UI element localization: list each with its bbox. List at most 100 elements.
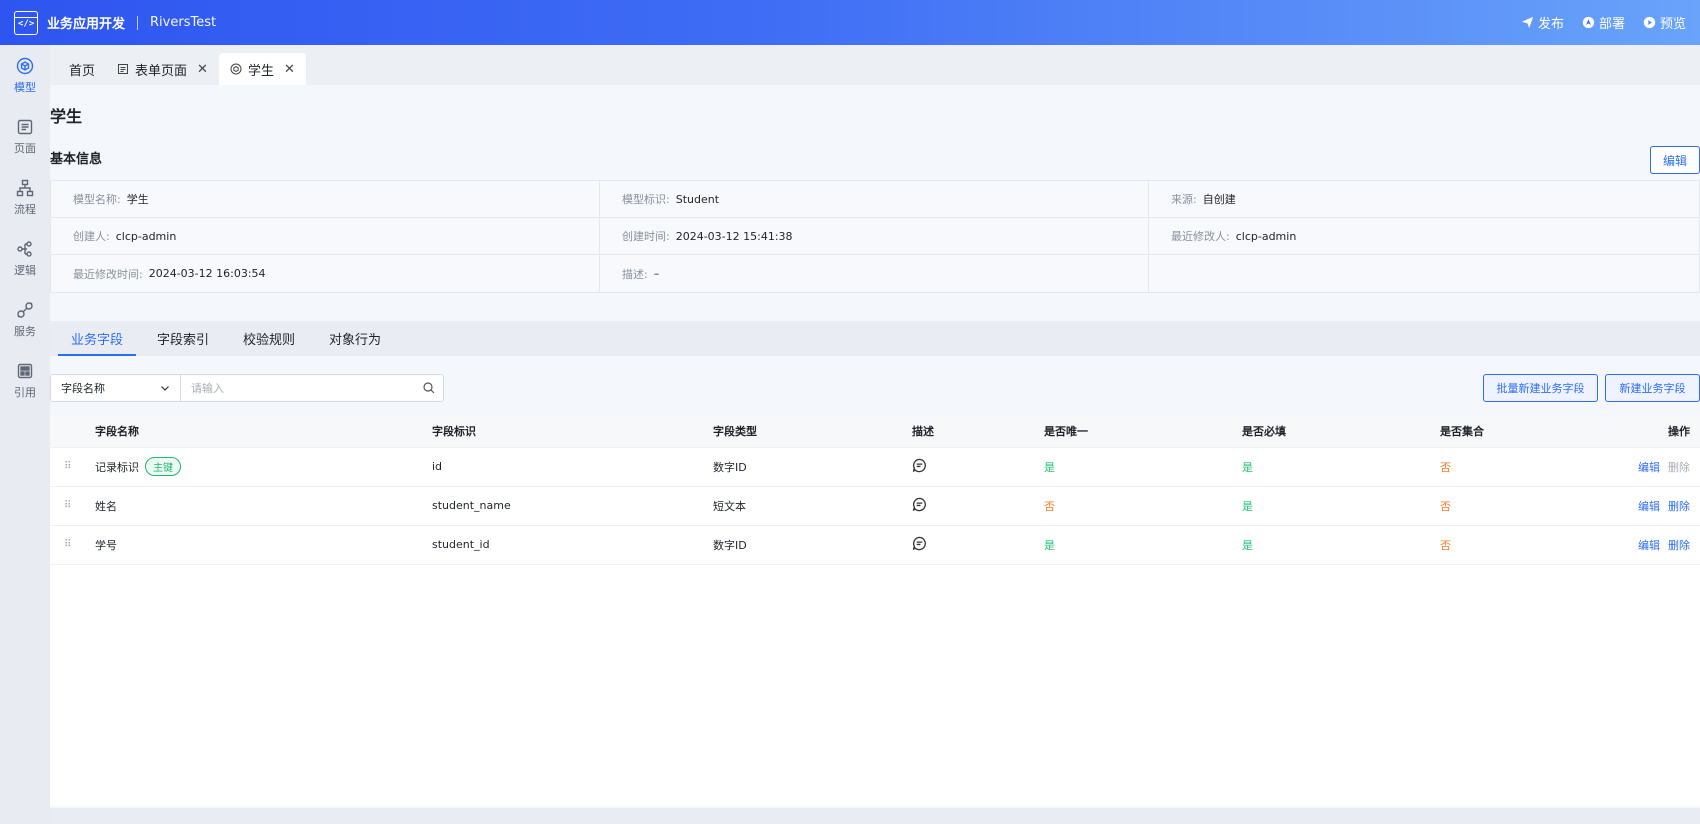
info-empty — [1149, 255, 1699, 292]
chevron-down-icon — [161, 386, 169, 391]
edit-field-link[interactable]: 编辑 — [1638, 461, 1660, 474]
batch-new-field-button[interactable]: 批量新建业务字段 — [1483, 374, 1598, 402]
rail-item-flow[interactable]: 流程 — [0, 167, 50, 228]
operations-cell: 编辑 删除 — [1540, 447, 1700, 487]
reference-icon — [17, 363, 33, 378]
filter-select-value: 字段名称 — [61, 382, 105, 395]
new-field-button[interactable]: 新建业务字段 — [1605, 374, 1700, 402]
model-icon — [16, 57, 34, 74]
filter-field-select[interactable]: 字段名称 — [51, 375, 181, 401]
deploy-label: 部署 — [1598, 17, 1625, 32]
drag-handle-icon[interactable]: ⠿ — [50, 447, 95, 487]
deploy-button[interactable]: 部署 — [1582, 13, 1625, 32]
send-icon — [1521, 16, 1534, 29]
collection-value: 否 — [1440, 486, 1540, 526]
column-header: 字段标识 — [432, 416, 713, 448]
basic-info-grid: 模型名称: 学生 模型标识: Student 来源: 自创建 创建人: clcp-adm… — [50, 180, 1700, 293]
table-header-row: 字段名称 字段标识 字段类型 描述 是否唯一 是否必填 是否集合 操作 — [50, 416, 1700, 448]
comment-icon[interactable] — [912, 536, 927, 551]
column-header: 是否必填 — [1242, 416, 1440, 448]
rail-label-model: 模型 — [14, 80, 36, 94]
drag-handle-icon[interactable]: ⠿ — [50, 486, 95, 526]
delete-field-link[interactable]: 删除 — [1668, 500, 1690, 513]
fields-table: 字段名称 字段标识 字段类型 描述 是否唯一 是否必填 是否集合 操作 ⠿ 记录… — [50, 416, 1700, 806]
info-key: 最近修改人: — [1171, 230, 1230, 243]
info-key: 来源: — [1171, 193, 1197, 206]
field-name-cell: 学号 — [95, 525, 432, 565]
logic-icon — [17, 240, 32, 257]
info-model-ident: 模型标识: Student — [600, 181, 1149, 218]
field-ident: student_id — [432, 525, 713, 565]
app-name: 业务应用开发 — [47, 17, 126, 32]
rail-item-page[interactable]: 页面 — [0, 106, 50, 167]
info-key: 创建时间: — [622, 230, 670, 243]
delete-field-link[interactable]: 删除 — [1668, 539, 1690, 552]
edit-field-link[interactable]: 编辑 — [1638, 500, 1660, 513]
section-title-basic-info: 基本信息 — [50, 152, 103, 167]
sub-tab-bar: 业务字段 字段索引 校验规则 对象行为 — [50, 321, 1700, 356]
project-name[interactable]: RiversTest — [150, 15, 216, 30]
column-header: 字段类型 — [713, 416, 912, 448]
info-key: 模型名称: — [73, 193, 121, 206]
search-icon[interactable] — [415, 375, 443, 401]
rail-label-reference: 引用 — [14, 385, 36, 399]
unique-value: 否 — [1044, 486, 1242, 526]
info-model-name: 模型名称: 学生 — [51, 181, 600, 218]
field-type: 数字ID — [713, 447, 912, 487]
info-created-time: 创建时间: 2024-03-12 15:41:38 — [600, 218, 1149, 255]
info-key: 模型标识: — [622, 193, 670, 206]
tab-bar: 首页 表单页面 ✕ 学生 ✕ — [50, 45, 1700, 85]
preview-label: 预览 — [1659, 17, 1686, 32]
description-cell — [912, 447, 1044, 487]
info-value: clcp-admin — [115, 229, 177, 243]
edit-field-link[interactable]: 编辑 — [1638, 539, 1660, 552]
preview-button[interactable]: 预览 — [1643, 13, 1686, 32]
subtab-field-index[interactable]: 字段索引 — [140, 321, 226, 356]
unique-value: 是 — [1044, 525, 1242, 565]
comment-icon[interactable] — [912, 458, 927, 473]
primary-key-badge: 主键 — [145, 457, 181, 476]
field-ident: id — [432, 447, 713, 487]
left-rail: 模型 页面 流程 逻辑 服务 引用 — [0, 45, 50, 824]
operations-cell: 编辑 删除 — [1540, 486, 1700, 526]
rail-label-service: 服务 — [14, 324, 36, 338]
close-icon[interactable]: ✕ — [197, 62, 208, 77]
rail-item-service[interactable]: 服务 — [0, 289, 50, 350]
comment-icon[interactable] — [912, 497, 927, 512]
column-header: 是否集合 — [1440, 416, 1540, 448]
bottom-scrollbar[interactable] — [50, 808, 1700, 824]
tab-form-page[interactable]: 表单页面 ✕ — [106, 53, 219, 85]
rail-item-logic[interactable]: 逻辑 — [0, 228, 50, 289]
rail-item-reference[interactable]: 引用 — [0, 350, 50, 411]
field-ident: student_name — [432, 486, 713, 526]
column-header: 是否唯一 — [1044, 416, 1242, 448]
rail-item-model[interactable]: 模型 — [0, 45, 50, 106]
model-icon — [230, 63, 242, 75]
required-value: 是 — [1242, 486, 1440, 526]
subtab-validation-rules[interactable]: 校验规则 — [226, 321, 312, 356]
info-value: Student — [675, 192, 720, 206]
info-key: 创建人: — [73, 230, 110, 243]
rail-label-flow: 流程 — [14, 202, 36, 216]
play-icon — [1643, 16, 1656, 29]
edit-basic-info-button[interactable]: 编辑 — [1650, 146, 1700, 174]
tab-home[interactable]: 首页 — [58, 53, 106, 85]
main-content: 学生 基本信息 编辑 模型名称: 学生 模型标识: Student 来源: 自创建 创… — [50, 85, 1700, 824]
column-header: 描述 — [912, 416, 1044, 448]
field-type: 数字ID — [713, 525, 912, 565]
info-value: – — [653, 267, 660, 280]
subtab-business-fields[interactable]: 业务字段 — [54, 321, 140, 356]
tab-student[interactable]: 学生 ✕ — [218, 53, 306, 85]
close-icon[interactable]: ✕ — [284, 62, 295, 77]
required-value: 是 — [1242, 447, 1440, 487]
drag-handle-icon[interactable]: ⠿ — [50, 525, 95, 565]
search-input[interactable] — [181, 375, 415, 401]
field-filter: 字段名称 — [50, 374, 444, 402]
publish-label: 发布 — [1537, 17, 1564, 32]
field-name: 姓名 — [95, 499, 117, 513]
page-title: 学生 — [50, 107, 83, 126]
subtab-object-behavior[interactable]: 对象行为 — [312, 321, 398, 356]
publish-button[interactable]: 发布 — [1521, 13, 1564, 32]
info-key: 最近修改时间: — [73, 267, 143, 281]
column-header: 字段名称 — [95, 416, 432, 448]
